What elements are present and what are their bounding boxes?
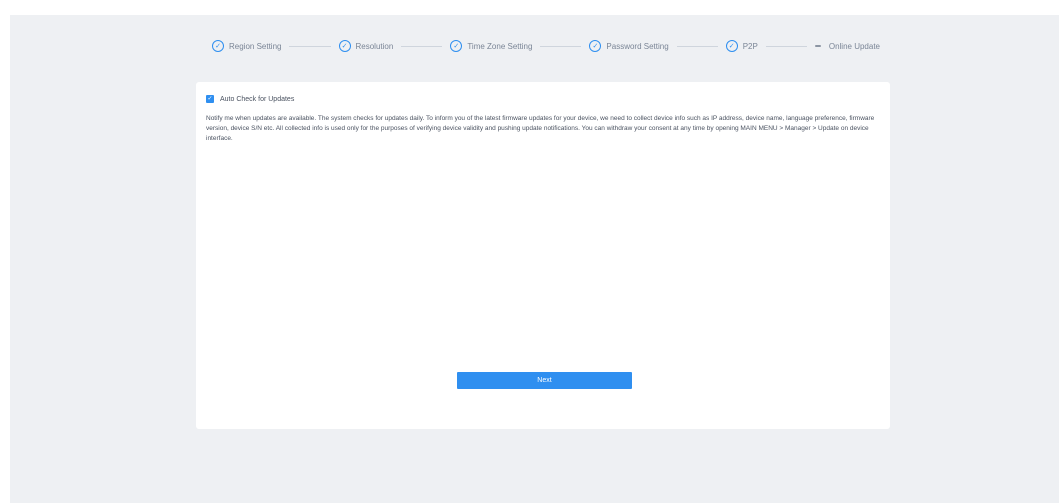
step-region-setting: ✓ Region Setting: [212, 40, 281, 52]
step-online-update: Online Update: [814, 41, 880, 51]
step-check-icon: ✓: [589, 40, 602, 52]
step-connector: [401, 45, 443, 47]
step-label: Time Zone Setting: [467, 41, 533, 51]
step-check-icon: ✓: [725, 40, 738, 52]
update-consent-notice: Notify me when updates are available. Th…: [206, 115, 875, 142]
current-step-dash-icon: [814, 45, 821, 47]
auto-check-label: Auto Check for Updates: [220, 95, 295, 103]
step-connector: [540, 45, 582, 47]
step-check-icon: ✓: [338, 40, 351, 52]
setup-wizard-stepper: ✓ Region Setting ✓ Resolution ✓ Time Zon…: [212, 36, 880, 56]
checkmark-icon: ✓: [207, 96, 213, 102]
step-check-icon: ✓: [450, 40, 463, 52]
step-resolution: ✓ Resolution: [338, 40, 394, 52]
step-connector: [765, 45, 807, 47]
step-label: Password Setting: [606, 41, 669, 51]
auto-check-row[interactable]: ✓ Auto Check for Updates: [206, 95, 294, 103]
step-time-zone-setting: ✓ Time Zone Setting: [450, 40, 532, 52]
step-password-setting: ✓ Password Setting: [589, 40, 669, 52]
online-update-panel: ✓ Auto Check for Updates Notify me when …: [196, 82, 890, 429]
step-label: Region Setting: [229, 41, 282, 51]
step-label: Online Update: [828, 41, 880, 51]
step-label: Resolution: [355, 41, 394, 51]
step-check-icon: ✓: [212, 40, 224, 52]
step-label: P2P: [742, 41, 758, 51]
step-p2p: ✓ P2P: [725, 40, 758, 52]
next-button[interactable]: Next: [457, 372, 632, 389]
step-connector: [676, 45, 718, 47]
step-connector: [289, 45, 331, 47]
auto-check-checkbox[interactable]: ✓: [206, 95, 214, 103]
